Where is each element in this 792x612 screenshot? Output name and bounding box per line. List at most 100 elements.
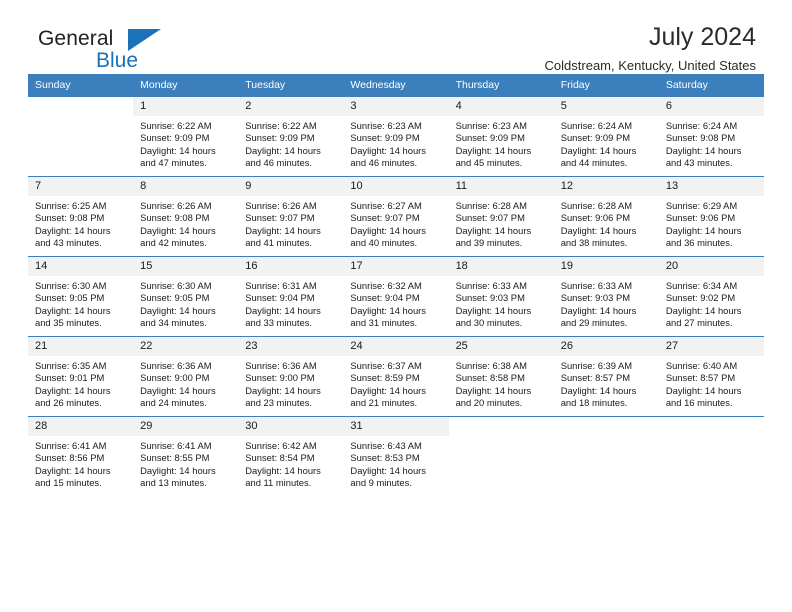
daylight-text-line2: and 44 minutes. [560,156,628,168]
daylight-text-line1: Daylight: 14 hours [455,224,532,236]
general-blue-logo: General Blue [38,28,238,74]
sunset-text: Sunset: 8:57 PM [665,372,736,384]
day-details: Sunrise: 6:30 AM Sunset: 9:05 PM Daylight:… [28,276,133,329]
calendar-day-cell[interactable]: 4 Sunrise: 6:23 AM Sunset: 9:09 PM Daylight… [448,96,554,177]
daylight-text-line1: Daylight: 14 hours [35,224,111,236]
calendar-day-cell[interactable]: 5 Sunrise: 6:24 AM Sunset: 9:09 PM Daylight… [553,96,659,177]
sunset-text: Sunset: 9:05 PM [35,292,105,304]
daylight-text-line2: and 47 minutes. [140,156,207,168]
calendar-day-cell[interactable]: 19 Sunrise: 6:33 AM Sunset: 9:03 PM Dayligh… [553,256,659,337]
calendar-day-cell[interactable]: 24 Sunrise: 6:37 AM Sunset: 8:59 PM Dayligh… [343,336,449,417]
weekday-header-sunday: Sunday [28,74,134,97]
sunrise-text: Sunrise: 6:38 AM [455,360,527,371]
weekday-header-tuesday: Tuesday [238,74,344,97]
day-number: 30 [238,417,344,436]
day-details: Sunrise: 6:24 AM Sunset: 9:09 PM Daylight:… [554,116,659,169]
calendar-day-cell[interactable]: 26 Sunrise: 6:39 AM Sunset: 8:57 PM Dayligh… [553,336,659,417]
day-details: Sunrise: 6:23 AM Sunset: 9:09 PM Daylight:… [343,116,448,169]
daylight-text-line2: and 16 minutes. [665,396,733,408]
daylight-text-line1: Daylight: 14 hours [560,304,637,316]
sunset-text: Sunset: 9:08 PM [35,212,105,224]
day-details: Sunrise: 6:41 AM Sunset: 8:55 PM Daylight:… [133,436,238,489]
calendar-day-cell[interactable]: 30 Sunrise: 6:42 AM Sunset: 8:54 PM Dayligh… [238,416,344,496]
daylight-text-line1: Daylight: 14 hours [245,384,321,396]
day-number: 20 [658,257,764,276]
calendar-day-cell[interactable]: 20 Sunrise: 6:34 AM Sunset: 9:02 PM Dayligh… [658,256,764,337]
calendar-day-cell[interactable]: 17 Sunrise: 6:32 AM Sunset: 9:04 PM Dayligh… [343,256,449,337]
sunrise-text: Sunrise: 6:32 AM [350,280,422,291]
calendar-day-cell[interactable]: 18 Sunrise: 6:33 AM Sunset: 9:03 PM Dayligh… [448,256,554,337]
sunrise-text: Sunrise: 6:22 AM [245,120,317,131]
calendar-day-cell[interactable]: 29 Sunrise: 6:41 AM Sunset: 8:55 PM Dayligh… [133,416,239,496]
sunrise-text: Sunrise: 6:23 AM [455,120,527,131]
calendar-day-cell[interactable]: 23 Sunrise: 6:36 AM Sunset: 9:00 PM Dayligh… [238,336,344,417]
calendar-day-cell[interactable]: 22 Sunrise: 6:36 AM Sunset: 9:00 PM Dayligh… [133,336,239,417]
daylight-text-line1: Daylight: 14 hours [560,144,637,156]
sunset-text: Sunset: 9:06 PM [665,212,736,224]
calendar-day-cell[interactable]: 10 Sunrise: 6:27 AM Sunset: 9:07 PM Dayligh… [343,176,449,257]
calendar-day-cell[interactable]: 14 Sunrise: 6:30 AM Sunset: 9:05 PM Dayligh… [28,256,134,337]
calendar-day-cell[interactable]: 28 Sunrise: 6:41 AM Sunset: 8:56 PM Dayligh… [28,416,134,496]
day-details: Sunrise: 6:31 AM Sunset: 9:04 PM Daylight:… [238,276,343,329]
day-number [553,417,659,436]
calendar-day-cell-empty [448,416,554,496]
calendar-day-cell[interactable]: 2 Sunrise: 6:22 AM Sunset: 9:09 PM Daylight… [238,96,344,177]
calendar-day-cell[interactable]: 21 Sunrise: 6:35 AM Sunset: 9:01 PM Dayligh… [28,336,134,417]
day-details: Sunrise: 6:33 AM Sunset: 9:03 PM Daylight:… [449,276,554,329]
weekday-header-saturday: Saturday [658,74,764,97]
calendar-day-cell[interactable]: 7 Sunrise: 6:25 AM Sunset: 9:08 PM Daylight… [28,176,134,257]
calendar-day-cell[interactable]: 8 Sunrise: 6:26 AM Sunset: 9:08 PM Daylight… [133,176,239,257]
sunset-text: Sunset: 8:56 PM [35,452,105,464]
sunset-text: Sunset: 9:01 PM [35,372,105,384]
day-number: 31 [343,417,449,436]
daylight-text-line1: Daylight: 14 hours [665,224,742,236]
daylight-text-line2: and 15 minutes. [35,476,102,488]
daylight-text-line1: Daylight: 14 hours [560,384,637,396]
sunrise-text: Sunrise: 6:35 AM [35,360,107,371]
calendar-day-cell[interactable]: 3 Sunrise: 6:23 AM Sunset: 9:09 PM Daylight… [343,96,449,177]
day-number: 19 [553,257,659,276]
day-details: Sunrise: 6:32 AM Sunset: 9:04 PM Daylight:… [343,276,448,329]
day-details: Sunrise: 6:22 AM Sunset: 9:09 PM Daylight:… [133,116,238,169]
calendar-day-cell[interactable]: 9 Sunrise: 6:26 AM Sunset: 9:07 PM Daylight… [238,176,344,257]
sunrise-text: Sunrise: 6:43 AM [350,440,422,451]
sunset-text: Sunset: 9:00 PM [140,372,210,384]
calendar-day-cell-empty [553,416,659,496]
calendar-day-cell[interactable]: 15 Sunrise: 6:30 AM Sunset: 9:05 PM Dayligh… [133,256,239,337]
daylight-text-line2: and 27 minutes. [665,316,733,328]
day-number: 6 [658,97,764,116]
day-number: 12 [553,177,659,196]
calendar-day-cell[interactable]: 13 Sunrise: 6:29 AM Sunset: 9:06 PM Dayligh… [658,176,764,257]
sunrise-text: Sunrise: 6:26 AM [245,200,317,211]
calendar-day-cell[interactable]: 6 Sunrise: 6:24 AM Sunset: 9:08 PM Daylight… [658,96,764,177]
calendar-day-cell[interactable]: 25 Sunrise: 6:38 AM Sunset: 8:58 PM Dayligh… [448,336,554,417]
calendar-day-cell[interactable]: 16 Sunrise: 6:31 AM Sunset: 9:04 PM Dayligh… [238,256,344,337]
sunset-text: Sunset: 9:09 PM [350,132,420,144]
calendar-day-cell[interactable]: 12 Sunrise: 6:28 AM Sunset: 9:06 PM Dayligh… [553,176,659,257]
daylight-text-line1: Daylight: 14 hours [140,144,216,156]
daylight-text-line1: Daylight: 14 hours [35,304,111,316]
daylight-text-line2: and 36 minutes. [665,236,733,248]
calendar-day-cell[interactable]: 1 Sunrise: 6:22 AM Sunset: 9:09 PM Daylight… [133,96,239,177]
daylight-text-line2: and 46 minutes. [245,156,312,168]
day-number: 7 [28,177,134,196]
day-number: 8 [133,177,239,196]
sunrise-text: Sunrise: 6:24 AM [560,120,633,131]
day-details: Sunrise: 6:39 AM Sunset: 8:57 PM Daylight:… [554,356,659,409]
calendar-week-row: 7 Sunrise: 6:25 AM Sunset: 9:08 PM Daylight… [28,176,764,257]
day-details: Sunrise: 6:37 AM Sunset: 8:59 PM Daylight:… [343,356,448,409]
daylight-text-line2: and 38 minutes. [560,236,628,248]
sunrise-text: Sunrise: 6:42 AM [245,440,317,451]
day-details: Sunrise: 6:28 AM Sunset: 9:06 PM Daylight:… [554,196,659,249]
calendar-day-cell[interactable]: 27 Sunrise: 6:40 AM Sunset: 8:57 PM Dayligh… [658,336,764,417]
calendar-day-cell[interactable]: 31 Sunrise: 6:43 AM Sunset: 8:53 PM Dayligh… [343,416,449,496]
calendar-day-cell[interactable]: 11 Sunrise: 6:28 AM Sunset: 9:07 PM Dayligh… [448,176,554,257]
day-number: 23 [238,337,344,356]
daylight-text-line2: and 24 minutes. [140,396,207,408]
title-block: July 2024 Coldstream, Kentucky, United S… [545,22,756,74]
sunrise-text: Sunrise: 6:33 AM [455,280,527,291]
daylight-text-line1: Daylight: 14 hours [245,304,321,316]
daylight-text-line2: and 33 minutes. [245,316,312,328]
daylight-text-line2: and 21 minutes. [350,396,418,408]
sunset-text: Sunset: 9:04 PM [350,292,420,304]
